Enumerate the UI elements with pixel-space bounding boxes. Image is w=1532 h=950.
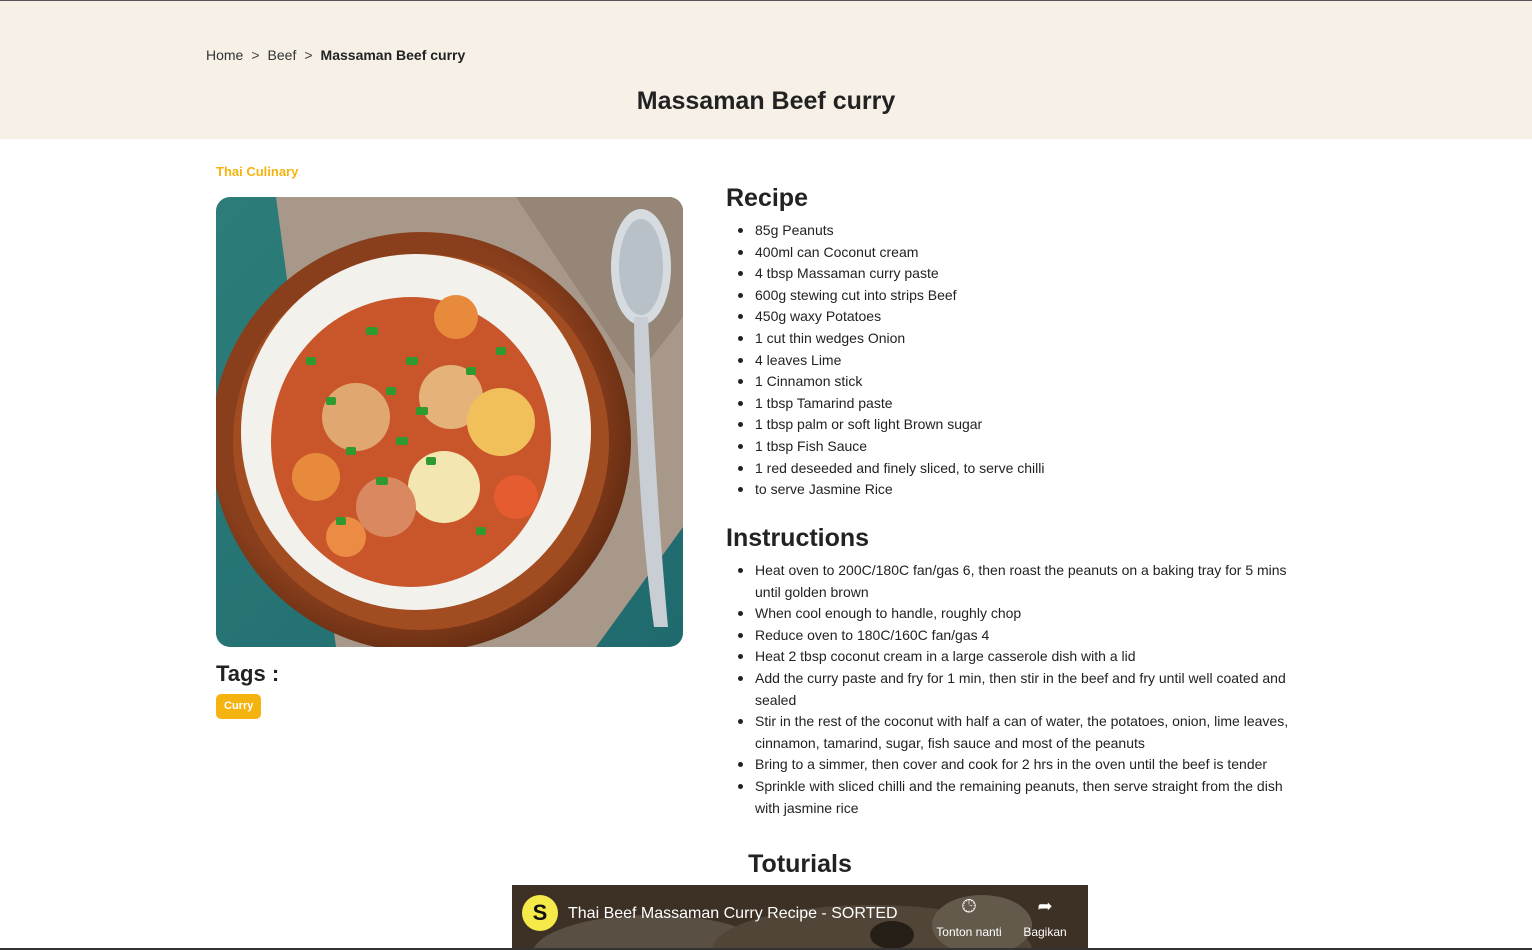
ingredient-item: 4 leaves Lime	[738, 350, 1295, 372]
instruction-step: Reduce oven to 180C/160C fan/gas 4	[738, 625, 1295, 647]
ingredient-item: 85g Peanuts	[738, 220, 1295, 242]
watch-later-button[interactable]: 🕒︎ Tonton nanti	[929, 895, 1009, 939]
channel-avatar[interactable]: S	[522, 895, 558, 931]
instruction-step: Heat 2 tbsp coconut cream in a large cas…	[738, 646, 1295, 668]
ingredient-item: 600g stewing cut into strips Beef	[738, 285, 1295, 307]
instructions-list: Heat oven to 200C/180C fan/gas 6, then r…	[738, 560, 1295, 819]
tutorials-title: Toturials	[748, 850, 852, 878]
ingredient-item: 1 Cinnamon stick	[738, 371, 1295, 393]
tags-title: Tags :	[216, 661, 280, 686]
ingredient-item: to serve Jasmine Rice	[738, 479, 1295, 501]
ingredient-item: 1 cut thin wedges Onion	[738, 328, 1295, 350]
ingredient-item: 450g waxy Potatoes	[738, 306, 1295, 328]
ingredient-item: 1 tbsp Tamarind paste	[738, 393, 1295, 415]
page-header: Home > Beef > Massaman Beef curry Massam…	[0, 1, 1532, 139]
instruction-step: Add the curry paste and fry for 1 min, t…	[738, 668, 1295, 711]
breadcrumb: Home > Beef > Massaman Beef curry	[206, 47, 465, 63]
instruction-step: Bring to a simmer, then cover and cook f…	[738, 754, 1295, 776]
breadcrumb-home-link[interactable]: Home	[206, 47, 243, 63]
instruction-step: Sprinkle with sliced chilli and the rema…	[738, 776, 1295, 819]
ingredients-list: 85g Peanuts 400ml can Coconut cream 4 tb…	[738, 220, 1295, 501]
tag-badge-curry[interactable]: Curry	[216, 694, 262, 719]
recipe-title: Recipe	[726, 184, 808, 212]
video-title[interactable]: Thai Beef Massaman Curry Recipe - SORTED	[568, 905, 898, 923]
share-label: Bagikan	[1023, 925, 1067, 939]
share-arrow-icon: ➦	[1037, 896, 1053, 916]
ingredient-item: 400ml can Coconut cream	[738, 242, 1295, 264]
share-button[interactable]: ➦ Bagikan	[1005, 895, 1085, 939]
ingredient-item: 1 tbsp palm or soft light Brown sugar	[738, 414, 1295, 436]
ingredient-item: 1 tbsp Fish Sauce	[738, 436, 1295, 458]
category-label[interactable]: Thai Culinary	[216, 164, 298, 179]
breadcrumb-category-link[interactable]: Beef	[268, 47, 297, 63]
instruction-step: When cool enough to handle, roughly chop	[738, 603, 1295, 625]
instruction-step: Heat oven to 200C/180C fan/gas 6, then r…	[738, 560, 1295, 603]
breadcrumb-separator: >	[251, 47, 260, 63]
clock-icon: 🕒︎	[961, 896, 977, 916]
ingredient-item: 4 tbsp Massaman curry paste	[738, 263, 1295, 285]
tutorial-video-embed[interactable]: S Thai Beef Massaman Curry Recipe - SORT…	[512, 885, 1088, 950]
breadcrumb-separator: >	[304, 47, 313, 63]
instructions-title: Instructions	[726, 524, 870, 552]
breadcrumb-current: Massaman Beef curry	[320, 47, 466, 63]
recipe-photo	[216, 197, 683, 647]
instruction-step: Stir in the rest of the coconut with hal…	[738, 711, 1295, 754]
watch-later-label: Tonton nanti	[936, 925, 1002, 939]
page-title: Massaman Beef curry	[636, 87, 896, 115]
ingredient-item: 1 red deseeded and finely sliced, to ser…	[738, 458, 1295, 480]
